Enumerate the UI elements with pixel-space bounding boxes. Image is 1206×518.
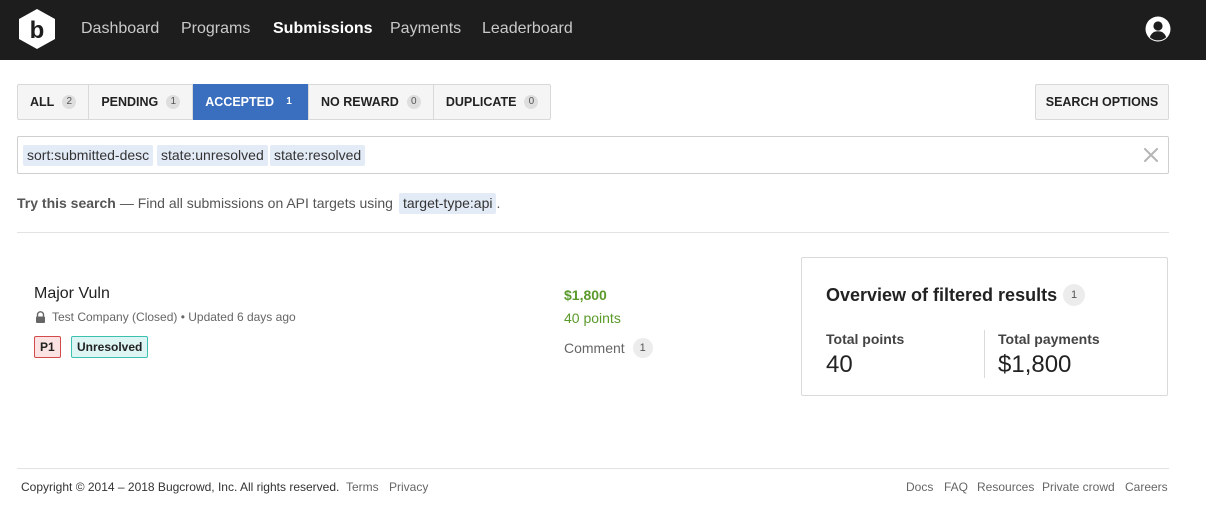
- tab-label: DUPLICATE: [445, 95, 517, 109]
- tab-accepted[interactable]: ACCEPTED 1: [193, 84, 310, 120]
- total-points-label: Total points: [826, 331, 905, 347]
- svg-text:b: b: [30, 17, 45, 44]
- state-badge: Unresolved: [71, 336, 149, 358]
- divider: [17, 232, 1169, 233]
- search-query-input[interactable]: sort:submitted-desc state:unresolved sta…: [17, 136, 1169, 174]
- submission-meta-text: Test Company (Closed) • Updated 6 days a…: [52, 310, 296, 324]
- tab-all[interactable]: ALL 2: [18, 85, 90, 119]
- tab-no-reward[interactable]: NO REWARD 0: [309, 85, 434, 119]
- nav-submissions[interactable]: Submissions: [273, 19, 373, 39]
- search-chip[interactable]: state:unresolved: [157, 145, 268, 166]
- tab-label: ACCEPTED: [205, 95, 275, 109]
- bugcrowd-logo-icon[interactable]: b: [17, 8, 57, 50]
- search-options-button[interactable]: SEARCH OPTIONS: [1035, 84, 1169, 120]
- overview-title-text: Overview of filtered results: [826, 284, 1058, 305]
- nav-programs[interactable]: Programs: [181, 19, 250, 39]
- nav-payments[interactable]: Payments: [390, 19, 461, 39]
- tab-count: 2: [62, 95, 77, 109]
- search-suggestion: Try this search — Find all submissions o…: [17, 192, 500, 214]
- nav-leaderboard[interactable]: Leaderboard: [482, 19, 573, 39]
- overview-title: Overview of filtered results 1: [826, 284, 1086, 306]
- overview-count: 1: [1063, 284, 1086, 306]
- footer-link-careers[interactable]: Careers: [1125, 480, 1168, 494]
- user-avatar-icon[interactable]: [1145, 16, 1171, 42]
- tab-duplicate[interactable]: DUPLICATE 0: [434, 85, 551, 119]
- tab-label: NO REWARD: [321, 95, 399, 109]
- suggestion-chip[interactable]: target-type:api: [398, 192, 497, 214]
- overview-divider: [984, 330, 985, 378]
- comment-count: 1: [632, 338, 653, 358]
- footer-copyright: Copyright © 2014 – 2018 Bugcrowd, Inc. A…: [21, 480, 340, 494]
- footer-link-faq[interactable]: FAQ: [944, 480, 968, 494]
- overview-panel: Overview of filtered results 1 Total poi…: [801, 257, 1168, 396]
- total-payments-label: Total payments: [998, 331, 1100, 347]
- search-chip[interactable]: state:resolved: [270, 145, 366, 166]
- lock-icon: [36, 311, 45, 323]
- state-filter-tabs: ALL 2 PENDING 1 ACCEPTED 1 NO REWARD 0 D…: [17, 84, 552, 120]
- tab-label: PENDING: [101, 95, 159, 109]
- total-payments-value: $1,800: [998, 351, 1072, 378]
- tab-count: 0: [406, 95, 421, 109]
- comment-link[interactable]: Comment 1: [564, 338, 653, 358]
- tab-count: 1: [286, 96, 292, 107]
- submission-meta: Test Company (Closed) • Updated 6 days a…: [35, 310, 296, 324]
- priority-badge: P1: [34, 336, 61, 358]
- footer-link-privacy[interactable]: Privacy: [389, 480, 428, 494]
- total-points-value: 40: [826, 351, 853, 378]
- tab-count: 0: [524, 95, 539, 109]
- tab-count: 1: [166, 95, 181, 109]
- footer-link-docs[interactable]: Docs: [906, 480, 933, 494]
- tab-label: ALL: [30, 95, 55, 109]
- footer-divider: [17, 468, 1169, 469]
- reward-amount: $1,800: [564, 287, 607, 303]
- suggestion-lead: Try this search: [17, 195, 116, 211]
- tab-pending[interactable]: PENDING 1: [89, 85, 194, 119]
- footer-link-resources[interactable]: Resources: [977, 480, 1034, 494]
- clear-search-icon[interactable]: [1144, 148, 1158, 162]
- reward-points: 40 points: [564, 310, 621, 326]
- suggestion-end: .: [496, 195, 501, 211]
- top-navbar: b Dashboard Programs Submissions Payment…: [0, 0, 1206, 60]
- search-chip[interactable]: sort:submitted-desc: [23, 145, 154, 166]
- suggestion-text: — Find all submissions on API targets us…: [119, 195, 393, 211]
- comment-label: Comment: [564, 340, 625, 356]
- submission-title[interactable]: Major Vuln: [34, 285, 110, 303]
- footer-link-private-crowd[interactable]: Private crowd: [1042, 480, 1115, 494]
- nav-dashboard[interactable]: Dashboard: [81, 19, 159, 39]
- footer-link-terms[interactable]: Terms: [346, 480, 379, 494]
